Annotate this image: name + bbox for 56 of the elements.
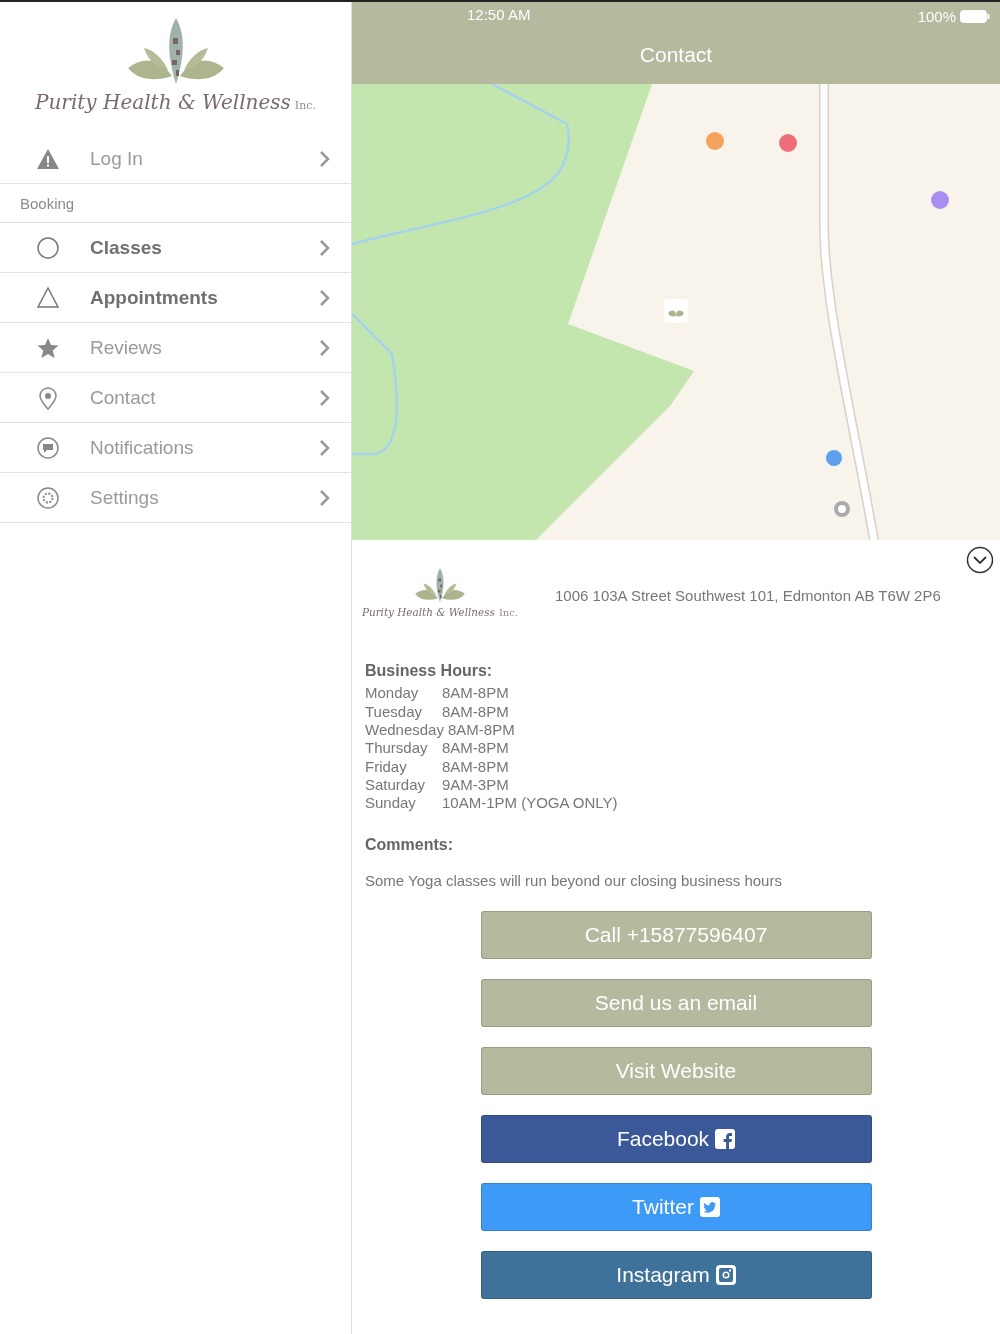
address-text: 1006 103A Street Southwest 101, Edmonton AB T6W 2P6: [555, 586, 941, 604]
logo-suffix-text: Inc.: [294, 99, 316, 112]
triangle-icon: [36, 285, 60, 310]
twitter-icon: [699, 1197, 720, 1218]
battery-icon: [960, 9, 990, 23]
chevron-right-icon: [319, 238, 331, 257]
location-pin-icon: [36, 385, 60, 410]
day-text: Saturday: [365, 775, 427, 795]
menu-item[interactable]: Settings: [0, 473, 351, 523]
hours-text: 8AM-8PM: [442, 757, 509, 776]
nav-title: Contact: [638, 42, 714, 68]
chevron-right-icon: [319, 288, 331, 307]
day-text: Thursday: [365, 739, 429, 758]
hours-text: 10AM-1PM (YOGA ONLY): [442, 794, 618, 813]
hours-text: 8AM-8PM: [442, 739, 509, 758]
day-text: Monday: [365, 684, 420, 703]
hours-text: 8AM-8PM: [447, 721, 515, 740]
hours-heading: Business Hours:: [365, 662, 494, 681]
chevron-right-icon: [319, 488, 331, 507]
contact-button[interactable]: Twitter: [480, 1183, 872, 1232]
chevron-right-icon: [319, 338, 331, 357]
collapse-chevron-icon[interactable]: [966, 546, 994, 574]
status-time: 12:50 AM: [467, 6, 531, 25]
day-text: Friday: [365, 757, 408, 776]
battery-percent: 100%: [917, 7, 956, 25]
menu-item[interactable]: Reviews: [0, 323, 351, 373]
contact-button[interactable]: Instagram: [480, 1251, 872, 1300]
logo-text: Purity Health & Wellness: [361, 606, 495, 619]
contact-button[interactable]: Call +15877596407: [480, 911, 872, 960]
logo-suffix-text: Inc.: [498, 607, 519, 619]
hours-text: 8AM-8PM: [442, 684, 509, 703]
day-text: Tuesday: [365, 702, 423, 721]
comment-text: Some Yoga classes will run beyond our closing business hours: [365, 872, 783, 890]
menu-item[interactable]: Classes: [0, 223, 351, 273]
facebook-icon: [715, 1129, 736, 1150]
menu-item[interactable]: Log In: [0, 134, 351, 184]
menu-item[interactable]: Appointments: [0, 273, 351, 323]
section-header: Booking: [0, 184, 351, 223]
menu-item[interactable]: Notifications: [0, 423, 351, 473]
chevron-right-icon: [319, 149, 331, 168]
comments-heading: Comments:: [365, 836, 454, 855]
day-text: Sunday: [365, 794, 417, 813]
chevron-right-icon: [319, 388, 331, 407]
contact-button[interactable]: Visit Website: [480, 1047, 872, 1096]
day-text: Wednesday: [365, 721, 444, 740]
menu-item[interactable]: Contact: [0, 373, 351, 423]
logo-text: Purity Health & Wellness: [35, 90, 291, 114]
instagram-icon: [715, 1265, 736, 1286]
chevron-right-icon: [319, 438, 331, 457]
circle-icon: [36, 235, 60, 260]
contact-button[interactable]: Facebook: [480, 1115, 872, 1164]
hours-text: 9AM-3PM: [442, 775, 509, 795]
hours-text: 8AM-8PM: [442, 702, 509, 721]
contact-button[interactable]: Send us an email: [480, 979, 872, 1028]
settings-icon: [36, 485, 60, 510]
chat-bubble-icon: [36, 435, 60, 460]
